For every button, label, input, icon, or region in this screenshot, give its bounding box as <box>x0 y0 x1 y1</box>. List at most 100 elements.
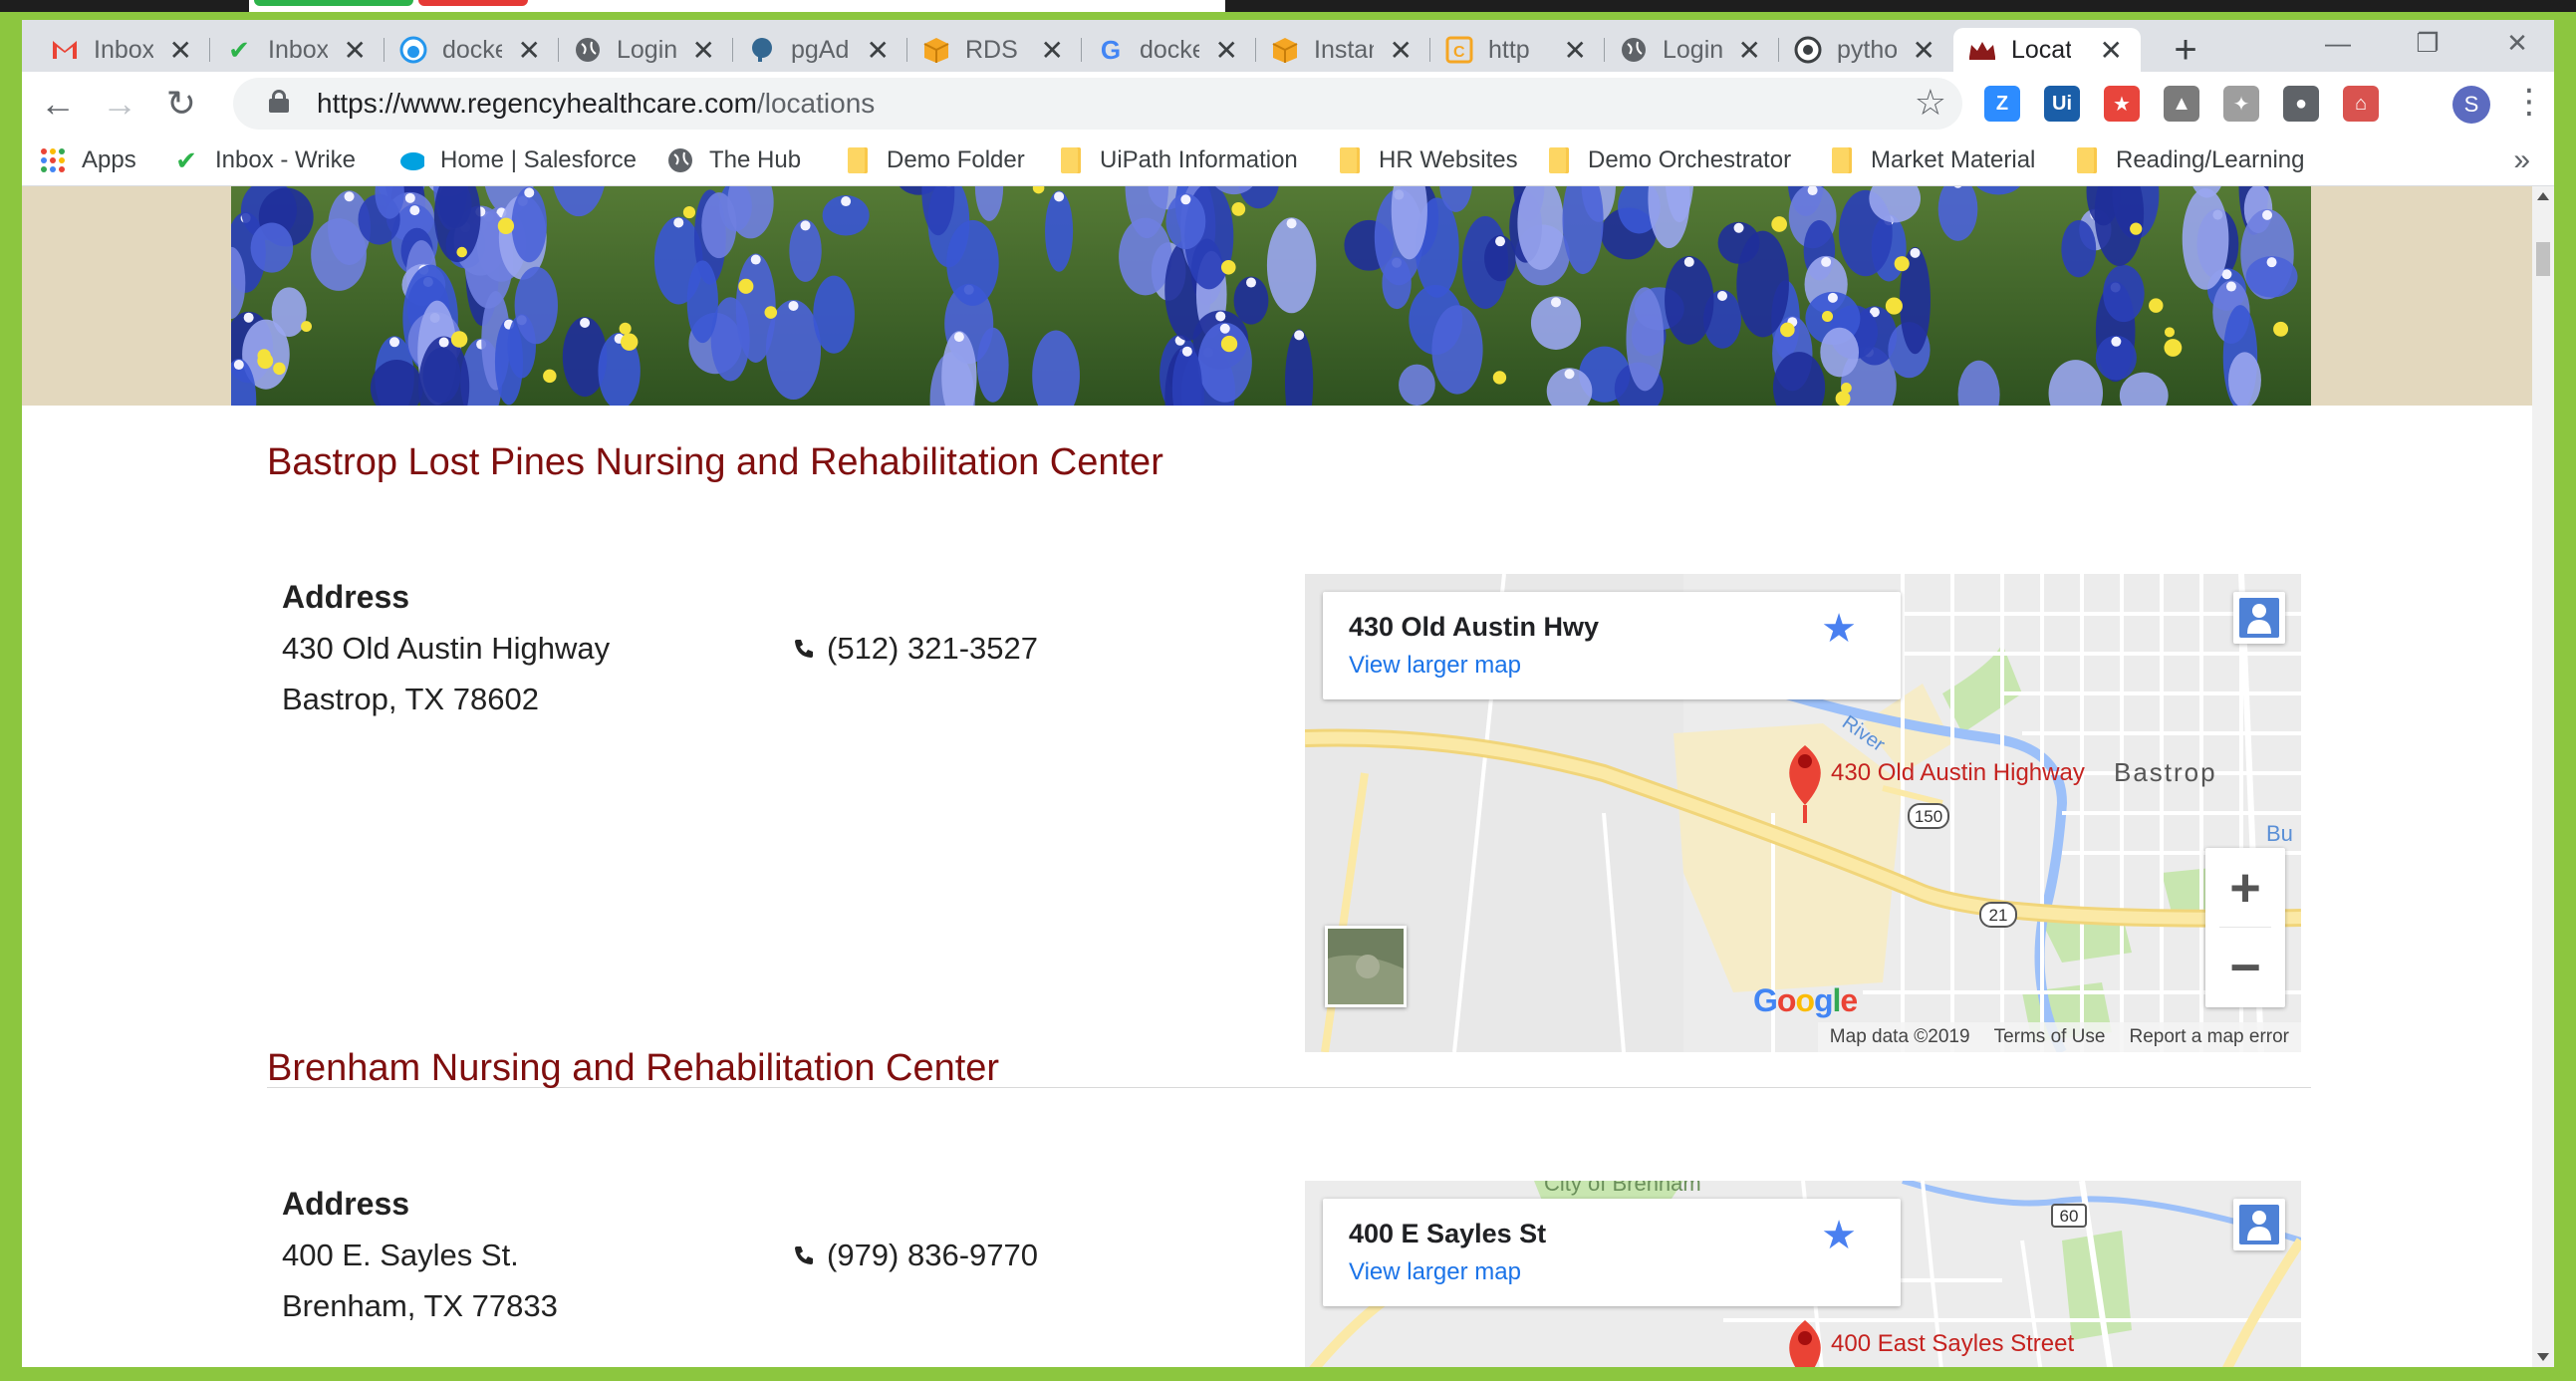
address-heading: Address <box>282 1186 410 1222</box>
street-view-pegman-icon[interactable] <box>2233 592 2285 644</box>
close-tab-icon[interactable]: ✕ <box>1390 34 1413 67</box>
zoom-in-button[interactable]: + <box>2205 848 2285 928</box>
scroll-up-arrow-icon[interactable] <box>2537 192 2549 200</box>
tab-title: http <box>1488 35 1530 64</box>
close-tab-icon[interactable]: ✕ <box>1041 34 1064 67</box>
back-button[interactable]: ← <box>36 82 80 126</box>
desktop-dark-area <box>1225 0 2576 12</box>
bookmarks-bar: Apps ✔ Inbox - Wrike Home | Salesforce T… <box>22 136 2554 186</box>
menu-kebab-icon[interactable]: ⋮ <box>2512 82 2546 122</box>
tab-2[interactable]: docker ✕ <box>385 28 559 72</box>
location-title[interactable]: Brenham Nursing and Rehabilitation Cente… <box>267 1047 999 1090</box>
new-tab-button[interactable]: + <box>2164 28 2207 72</box>
bookmark-uipath-information[interactable]: UiPath Information <box>1058 143 1298 177</box>
tab-8[interactable]: C http ✕ <box>1430 28 1605 72</box>
tab-6[interactable]: G docker ✕ <box>1082 28 1256 72</box>
browser-toolbar: ← → ↻ https://www.regencyhealthcare.com/… <box>22 72 2554 136</box>
bookmark-label: The Hub <box>709 146 802 173</box>
reload-button[interactable]: ↻ <box>159 82 203 126</box>
badge-extension-icon[interactable]: ✦ <box>2223 86 2259 122</box>
profile-avatar[interactable]: S <box>2452 86 2490 124</box>
close-tab-icon[interactable]: ✕ <box>169 34 192 67</box>
address-bar[interactable]: https://www.regencyhealthcare.com/locati… <box>233 78 1962 130</box>
bookmark-hr-websites[interactable]: HR Websites <box>1337 143 1518 177</box>
close-tab-icon[interactable]: ✕ <box>518 34 541 67</box>
save-star-icon[interactable]: ★ <box>1821 606 1857 652</box>
minimize-button[interactable]: — <box>2293 20 2383 66</box>
star-extension-icon[interactable]: ★ <box>2104 86 2140 122</box>
close-window-button[interactable]: ✕ <box>2472 20 2554 66</box>
tab-3[interactable]: Login ✕ <box>559 28 733 72</box>
phone-number[interactable]: (512) 321-3527 <box>793 631 1038 667</box>
embedded-map-bastrop[interactable]: 150 21 River Bu 430 Old Austin Highway B… <box>1305 574 2301 1052</box>
forward-button[interactable]: → <box>98 82 141 126</box>
bookmark-demo-orchestrator[interactable]: Demo Orchestrator <box>1546 143 1791 177</box>
tab-7[interactable]: Instance ✕ <box>1256 28 1430 72</box>
view-larger-map-link[interactable]: View larger map <box>1349 1258 1521 1286</box>
bookmark-reading-learning[interactable]: Reading/Learning <box>2074 143 2304 177</box>
bookmark-market-material[interactable]: Market Material <box>1829 143 2035 177</box>
bookmarks-overflow-button[interactable]: » <box>2513 143 2530 177</box>
tab-11-active[interactable]: Locations ✕ <box>1953 28 2141 72</box>
tab-1[interactable]: ✔ Inbox ✕ <box>210 28 385 72</box>
scroll-thumb[interactable] <box>2536 242 2550 276</box>
tab-10[interactable]: python ✕ <box>1779 28 1953 72</box>
globe-icon <box>1619 35 1649 65</box>
close-tab-icon[interactable]: ✕ <box>344 34 367 67</box>
scroll-down-arrow-icon[interactable] <box>2537 1353 2549 1361</box>
tab-title: Login <box>1663 35 1722 64</box>
uipath-extension-icon[interactable]: Ui <box>2044 86 2080 122</box>
terms-of-use-link[interactable]: Terms of Use <box>1994 1026 2106 1048</box>
globe-icon <box>667 147 693 173</box>
google-logo: Google <box>1753 982 1858 1018</box>
drive-extension-icon[interactable]: ▲ <box>2164 86 2199 122</box>
bookmark-apps[interactable]: Apps <box>40 143 136 177</box>
tab-5[interactable]: RDS ✕ <box>907 28 1082 72</box>
close-tab-icon[interactable]: ✕ <box>2100 34 2123 67</box>
close-tab-icon[interactable]: ✕ <box>867 34 890 67</box>
street-view-pegman-icon[interactable] <box>2233 1199 2285 1250</box>
url-text[interactable]: https://www.regencyhealthcare.com/locati… <box>317 88 875 120</box>
tab-title: Inbox <box>94 35 153 64</box>
satellite-toggle-thumbnail[interactable] <box>1325 926 1407 1007</box>
bookmark-the-hub[interactable]: The Hub <box>667 143 801 177</box>
map-town-label: Bastrop <box>2114 757 2217 787</box>
bookmark-star-icon[interactable]: ☆ <box>1915 82 1946 124</box>
zoom-out-button[interactable]: − <box>2205 928 2285 1007</box>
restore-button[interactable]: ❐ <box>2383 20 2472 66</box>
svg-text:150: 150 <box>1915 807 1942 826</box>
close-tab-icon[interactable]: ✕ <box>692 34 715 67</box>
location-title[interactable]: Bastrop Lost Pines Nursing and Rehabilit… <box>267 441 1163 484</box>
tab-4[interactable]: pgAdmin ✕ <box>733 28 907 72</box>
address-line1: 430 Old Austin Highway <box>282 631 611 666</box>
embedded-map-brenham[interactable]: 60 City of Brenham 400 East Sayles Stree… <box>1305 1181 2301 1367</box>
circle-extension-icon[interactable]: ● <box>2283 86 2319 122</box>
bookmark-demo-folder[interactable]: Demo Folder <box>845 143 1025 177</box>
bookmark-inbox-wrike[interactable]: ✔ Inbox - Wrike <box>173 143 356 177</box>
c-square-icon: C <box>1444 35 1474 65</box>
bookmark-salesforce[interactable]: Home | Salesforce <box>398 143 637 177</box>
tab-title: docker <box>442 35 502 64</box>
close-tab-icon[interactable]: ✕ <box>1738 34 1761 67</box>
phone-number[interactable]: (979) 836-9770 <box>793 1238 1038 1273</box>
page-scrollbar[interactable] <box>2532 186 2554 1367</box>
zoom-extension-icon[interactable]: Z <box>1984 86 2020 122</box>
tab-9[interactable]: Login ✕ <box>1605 28 1779 72</box>
crown-icon <box>1967 35 1997 65</box>
pdf-extension-icon[interactable]: ⌂ <box>2343 86 2379 122</box>
close-tab-icon[interactable]: ✕ <box>1913 34 1935 67</box>
bookmark-label: Market Material <box>1871 146 2036 173</box>
map-info-card: 400 E Sayles St View larger map ★ <box>1323 1199 1901 1306</box>
tab-0[interactable]: Inbox ✕ <box>36 28 210 72</box>
tab-title: docker <box>1140 35 1199 64</box>
bookmark-label: Demo Orchestrator <box>1588 146 1792 173</box>
view-larger-map-link[interactable]: View larger map <box>1349 652 1521 680</box>
report-map-error-link[interactable]: Report a map error <box>2129 1026 2289 1048</box>
desktop-green-indicator <box>254 0 413 6</box>
close-tab-icon[interactable]: ✕ <box>1215 34 1238 67</box>
tab-title: Inbox <box>268 35 328 64</box>
close-tab-icon[interactable]: ✕ <box>1564 34 1587 67</box>
save-star-icon[interactable]: ★ <box>1821 1213 1857 1258</box>
map-pin-label: 430 Old Austin Highway <box>1831 759 2085 786</box>
tab-title: pgAdmin <box>791 35 851 64</box>
